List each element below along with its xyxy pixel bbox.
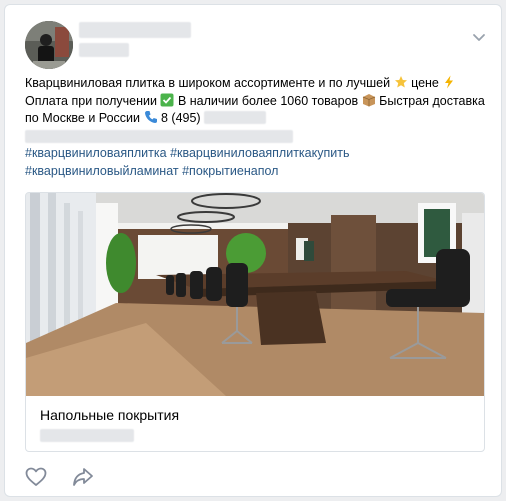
avatar[interactable] [25, 21, 73, 69]
lightning-emoji [445, 75, 454, 89]
phone-emoji [144, 111, 157, 124]
share-icon[interactable] [72, 467, 94, 487]
hashtag[interactable]: #покрытиенапол [182, 164, 278, 178]
post-card: Кварцвиниловая плитка в широком ассортим… [4, 4, 502, 497]
phone-redacted [204, 111, 267, 125]
hashtag[interactable]: #кварцвиниловаяплиткакупить [170, 146, 349, 160]
check-emoji [160, 93, 174, 107]
star-emoji [394, 76, 407, 88]
like-icon[interactable] [25, 467, 47, 487]
hashtag[interactable]: #кварцвиниловыйламинат [25, 164, 179, 178]
link-attachment[interactable]: Напольные покрытия [25, 192, 485, 452]
attachment-title: Напольные покрытия [40, 407, 180, 423]
attachment-domain-redacted [40, 429, 134, 442]
post-text: Кварцвиниловая плитка в широком ассортим… [25, 75, 489, 128]
hashtags: #кварцвиниловаяплитка #кварцвиниловаяпли… [25, 145, 489, 180]
chevron-down-icon[interactable] [471, 31, 487, 43]
post-text-part: Оплата при получении [25, 93, 157, 108]
hashtag[interactable]: #кварцвиниловаяплитка [25, 146, 167, 160]
author-name-redacted[interactable] [79, 22, 191, 38]
box-emoji [362, 93, 375, 107]
text-line-redacted [25, 130, 293, 143]
attachment-image [26, 193, 484, 396]
post-text-part: Кварцвиниловая плитка в широком ассортим… [25, 76, 391, 90]
phone-number: 8 (495) [160, 111, 201, 126]
post-text-part: цене [411, 76, 439, 90]
post-date-redacted [79, 43, 129, 57]
post-text-part: В наличии более 1060 товаров [177, 93, 359, 108]
